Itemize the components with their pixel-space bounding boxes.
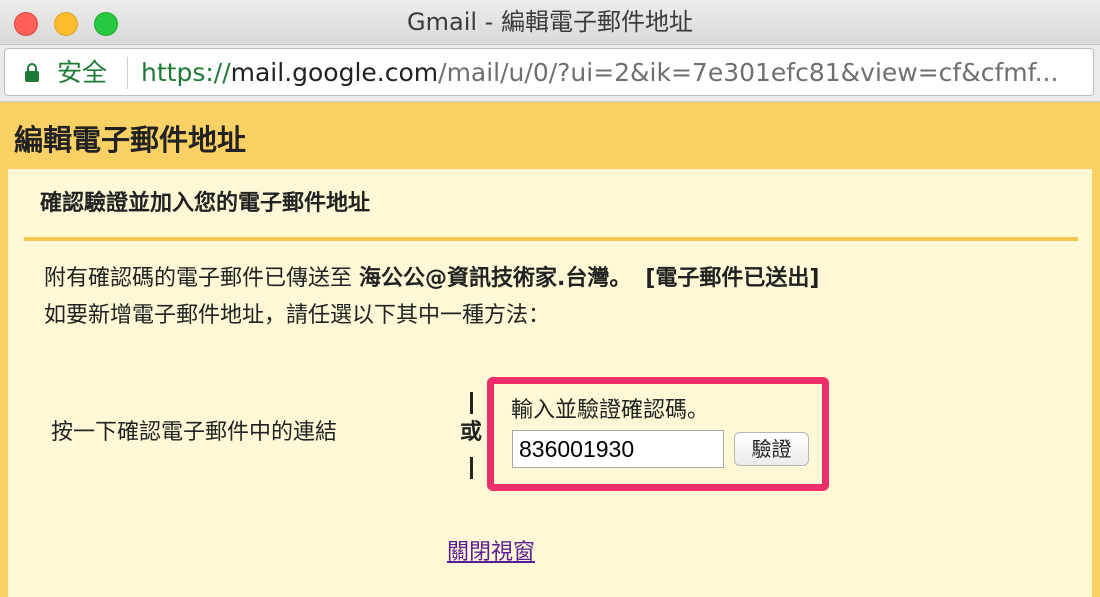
option-click-link-text: 按一下確認電子郵件中的連結 — [51, 420, 338, 445]
title-bar[interactable]: Gmail - 編輯電子郵件地址 — [0, 0, 1100, 45]
section-title: 確認驗證並加入您的電子郵件地址 — [40, 191, 371, 216]
browser-window: Gmail - 編輯電子郵件地址 安全 https://mail.google.… — [0, 0, 1100, 597]
sent-prefix: 附有確認碼的電子郵件已傳送至 — [44, 266, 359, 291]
or-label: 或 — [460, 420, 483, 445]
url-scheme: https:// — [141, 58, 231, 87]
or-bar-top — [470, 392, 473, 414]
url-path: /mail/u/0/?ui=2&ik=7e301efc81&view=cf&cf… — [438, 58, 1059, 87]
address-bar: 安全 https://mail.google.com/mail/u/0/?ui=… — [0, 45, 1100, 102]
sent-status: [電子郵件已送出] — [645, 266, 820, 291]
verify-button[interactable]: 驗證 — [734, 432, 809, 466]
or-bar-bottom — [470, 457, 473, 479]
url-text[interactable]: https://mail.google.com/mail/u/0/?ui=2&i… — [141, 58, 1089, 88]
security-label[interactable]: 安全 — [57, 58, 107, 88]
window-title: Gmail - 編輯電子郵件地址 — [407, 8, 693, 36]
section-divider — [24, 237, 1078, 241]
confirmation-message: 附有確認碼的電子郵件已傳送至 海公公@資訊技術家.台灣。 [電子郵件已送出] — [44, 265, 819, 293]
verify-code-box: 輸入並驗證確認碼。 驗證 — [487, 377, 829, 491]
page-title: 編輯電子郵件地址 — [14, 123, 247, 157]
verification-code-input[interactable] — [512, 430, 724, 468]
verify-code-label: 輸入並驗證確認碼。 — [511, 398, 710, 423]
url-separator — [127, 57, 128, 89]
url-host: mail.google.com — [230, 58, 439, 87]
instruction-text: 如要新增電子郵件地址，請任選以下其中一種方法： — [44, 303, 551, 328]
url-field[interactable]: 安全 https://mail.google.com/mail/u/0/?ui=… — [4, 48, 1094, 96]
lock-icon[interactable] — [25, 63, 39, 83]
page-content: 編輯電子郵件地址 確認驗證並加入您的電子郵件地址 附有確認碼的電子郵件已傳送至 … — [0, 102, 1100, 597]
content-panel: 確認驗證並加入您的電子郵件地址 附有確認碼的電子郵件已傳送至 海公公@資訊技術家… — [8, 169, 1092, 597]
close-window-link[interactable]: 關閉視窗 — [447, 539, 535, 567]
recipient-email: 海公公@資訊技術家.台灣。 — [359, 266, 632, 291]
